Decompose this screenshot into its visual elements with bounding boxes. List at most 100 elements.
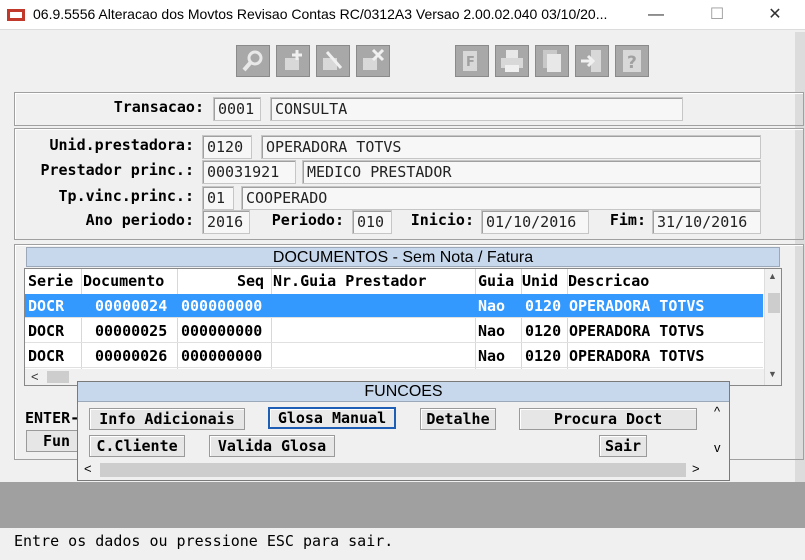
transacao-label: Transacao:: [113, 98, 204, 116]
col-header-seq[interactable]: Seq: [237, 269, 264, 293]
cell-seq: 000000000: [181, 322, 263, 340]
add-icon: [285, 50, 302, 70]
close-button[interactable]: ✕: [752, 0, 798, 30]
help-icon: ?: [623, 50, 641, 73]
status-band: [0, 482, 805, 528]
funcoes-scroll-right-icon[interactable]: >: [692, 461, 700, 476]
periodo-label: Periodo:: [271, 211, 344, 229]
funcoes-hscrollbar[interactable]: < >: [78, 460, 709, 480]
transacao-desc-field: CONSULTA: [270, 97, 683, 121]
sair-button[interactable]: Sair: [599, 435, 647, 457]
cell-serie: DOCR: [28, 297, 65, 315]
col-header-serie[interactable]: Serie: [28, 269, 73, 293]
c-cliente-button[interactable]: C.Cliente: [89, 435, 185, 457]
copy-button[interactable]: [535, 45, 569, 77]
documents-grid[interactable]: Serie Documento Seq Nr.Guia Prestador Gu…: [24, 268, 782, 386]
col-header-documento[interactable]: Documento: [83, 269, 164, 293]
cell-seq: 000000000: [181, 347, 263, 365]
cell-unid: 0120: [525, 322, 562, 340]
scroll-up-icon[interactable]: ▲: [768, 271, 777, 281]
funcoes-hscroll-thumb[interactable]: [100, 463, 686, 477]
col-header-guia[interactable]: Guia: [478, 269, 514, 293]
cell-serie: DOCR: [28, 347, 65, 365]
copy-icon: [543, 50, 561, 72]
detalhe-button[interactable]: Detalhe: [420, 408, 496, 430]
svg-text:F: F: [466, 55, 475, 70]
maximize-button[interactable]: ☐: [694, 0, 740, 30]
cell-seq: 000000000: [181, 297, 263, 315]
fim-field[interactable]: 31/10/2016: [652, 210, 761, 234]
window-title: 06.9.5556 Alteracao dos Movtos Revisao C…: [33, 6, 608, 22]
cell-guia: Nao: [478, 297, 506, 315]
scroll-left-icon[interactable]: <: [31, 369, 39, 384]
cell-descricao: OPERADORA TOTVS: [569, 347, 705, 365]
fim-label: Fim:: [609, 211, 646, 229]
add-button[interactable]: [276, 45, 310, 77]
cell-guia: Nao: [478, 347, 506, 365]
procura-doct-button[interactable]: Procura Doct: [519, 408, 697, 430]
funcoes-panel: FUNCOES Info Adicionais Glosa Manual Det…: [77, 381, 730, 481]
prestador-code-field[interactable]: 00031921: [202, 160, 296, 184]
cell-documento: 00000025: [95, 322, 168, 340]
cell-documento: 00000024: [95, 297, 168, 315]
delete-button[interactable]: [356, 45, 390, 77]
table-row[interactable]: DOCR 00000026 000000000 Nao 0120 OPERADO…: [25, 344, 763, 368]
ano-periodo-label: Ano periodo:: [85, 211, 194, 229]
grid-vscroll-thumb[interactable]: [768, 293, 780, 313]
col-header-nrguia[interactable]: Nr.Guia Prestador: [273, 269, 427, 293]
funcoes-scroll-down-icon[interactable]: v: [714, 440, 721, 455]
tpvinc-code-field[interactable]: 01: [202, 186, 234, 210]
table-row[interactable]: DOCR 00000025 000000000 Nao 0120 OPERADO…: [25, 319, 763, 343]
documents-title: DOCUMENTOS - Sem Nota / Fatura: [26, 247, 780, 267]
cell-descricao: OPERADORA TOTVS: [569, 297, 705, 315]
delete-icon: [363, 48, 385, 70]
info-adicionais-button[interactable]: Info Adicionais: [89, 408, 245, 430]
periodo-field[interactable]: 010: [352, 210, 392, 234]
exit-icon: [581, 50, 601, 72]
valida-glosa-button[interactable]: Valida Glosa: [209, 435, 335, 457]
grid-vscrollbar[interactable]: ▲ ▼: [764, 269, 781, 385]
cell-unid: 0120: [525, 347, 562, 365]
funcoes-title: FUNCOES: [78, 382, 729, 402]
prestador-desc-field: MEDICO PRESTADOR: [302, 160, 761, 184]
glosa-manual-button[interactable]: Glosa Manual: [268, 407, 396, 429]
print-icon: [501, 50, 523, 72]
col-header-descricao[interactable]: Descricao: [568, 269, 649, 293]
unid-code-field[interactable]: 0120: [202, 135, 252, 159]
funcoes-scroll-up-icon[interactable]: ^: [714, 404, 720, 419]
tpvinc-desc-field: COOPERADO: [241, 186, 761, 210]
status-message: Entre os dados ou pressione ESC para sai…: [14, 532, 394, 550]
unid-label: Unid.prestadora:: [49, 136, 195, 154]
unid-desc-field: OPERADORA TOTVS: [261, 135, 761, 159]
print-button[interactable]: [495, 45, 529, 77]
inicio-field[interactable]: 01/10/2016: [481, 210, 589, 234]
search-icon: [242, 50, 263, 72]
transacao-code-field[interactable]: 0001: [213, 97, 261, 121]
exit-button[interactable]: [575, 45, 609, 77]
scroll-down-icon[interactable]: ▼: [768, 369, 777, 379]
prestador-label: Prestador princ.:: [40, 161, 194, 179]
enter-label: ENTER-: [25, 409, 80, 427]
table-row[interactable]: DOCR 00000024 000000000 Nao 0120 OPERADO…: [25, 294, 763, 318]
edit-icon: [323, 51, 343, 70]
search-button[interactable]: [236, 45, 270, 77]
cell-descricao: OPERADORA TOTVS: [569, 322, 705, 340]
func-button[interactable]: Fun: [26, 430, 82, 452]
ano-periodo-field[interactable]: 2016: [202, 210, 250, 234]
edit-button[interactable]: [316, 45, 350, 77]
funcoes-scroll-left-icon[interactable]: <: [84, 461, 92, 476]
cell-unid: 0120: [525, 297, 562, 315]
cell-documento: 00000026: [95, 347, 168, 365]
title-bar: 06.9.5556 Alteracao dos Movtos Revisao C…: [0, 0, 805, 30]
cell-guia: Nao: [478, 322, 506, 340]
filter-button[interactable]: F: [455, 45, 489, 77]
app-icon: [7, 9, 25, 21]
funcoes-vscrollbar[interactable]: ^ v: [709, 402, 729, 460]
cell-serie: DOCR: [28, 322, 65, 340]
filter-icon: F: [463, 51, 477, 71]
help-button[interactable]: ?: [615, 45, 649, 77]
minimize-button[interactable]: —: [633, 0, 679, 30]
grid-hscroll-thumb[interactable]: [47, 371, 69, 383]
svg-text:?: ?: [627, 53, 637, 73]
col-header-unid[interactable]: Unid: [522, 269, 558, 293]
